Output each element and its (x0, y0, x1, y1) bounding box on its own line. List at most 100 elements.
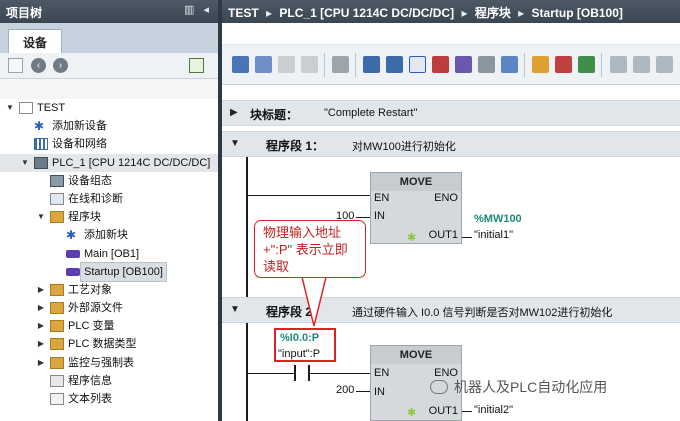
expand-icon[interactable]: ▶ (36, 299, 46, 317)
show-tags-icon[interactable] (478, 56, 495, 73)
program-info-icon (50, 374, 64, 387)
block-title-value[interactable]: "Complete Restart" (324, 107, 417, 119)
add-row-icon[interactable] (301, 56, 318, 73)
monitor-icon[interactable] (501, 56, 518, 73)
block-title-bar[interactable]: ▶ 块标题： "Complete Restart" (222, 100, 680, 126)
project-tree-panel: 项目树 ▥ ◂ 设备 ‹ › ▼ TEST ✱ 添加新设备 设备和网络 ▼ PL… (0, 0, 218, 421)
tree-item-plc-data-types[interactable]: ▶ PLC 数据类型 (0, 335, 218, 353)
comments-icon[interactable] (409, 56, 426, 73)
go-to-next-error-icon[interactable] (555, 56, 572, 73)
move-box-1-title: MOVE (371, 173, 461, 191)
overview-icon[interactable] (189, 58, 204, 73)
tree-item-program-blocks[interactable]: ▼ 程序块 (0, 208, 218, 226)
move-2-in-value[interactable]: 200 (336, 384, 354, 396)
expand-icon[interactable]: ▶ (36, 281, 46, 299)
move-box-1[interactable]: MOVE EN ENO IN ✱ OUT1 (370, 172, 462, 244)
pin-out1: OUT1 (428, 229, 458, 241)
tree-item-devices-networks[interactable]: 设备和网络 (0, 135, 218, 153)
project-tree-toolbar: ‹ › (0, 53, 218, 79)
close-all-networks-icon[interactable] (386, 56, 403, 73)
network-2-header[interactable]: ▼ 程序段 2： 通过硬件输入 I0.0 信号判断是否对MW102进行初始化 (222, 297, 680, 323)
out-pin-star-icon: ✱ (407, 407, 417, 419)
tab-strip: 设备 (0, 23, 218, 53)
tree-item-text-lists[interactable]: 文本列表 (0, 390, 218, 408)
pin-en: EN (374, 367, 390, 379)
breadcrumb-startup[interactable]: Startup [OB100] (532, 6, 623, 20)
forward-icon[interactable]: › (53, 58, 68, 73)
tree-item-add-device[interactable]: ✱ 添加新设备 (0, 117, 218, 135)
tree-item-program-info[interactable]: 程序信息 (0, 372, 218, 390)
cpu-icon (34, 156, 48, 169)
tia-portal-window: 项目树 ▥ ◂ 设备 ‹ › ▼ TEST ✱ 添加新设备 设备和网络 ▼ PL… (0, 0, 680, 421)
folder-icon (50, 320, 64, 333)
collapse-arrow-icon[interactable]: ▼ (230, 138, 240, 149)
network-1-title: 程序段 1： (266, 139, 325, 153)
tree-item-plc-tags[interactable]: ▶ PLC 变量 (0, 317, 218, 335)
breadcrumb-project[interactable]: TEST (228, 6, 259, 20)
move-1-out-tag[interactable]: "initial1" (474, 229, 513, 241)
open-all-networks-icon[interactable] (363, 56, 380, 73)
breadcrumb-sep-icon: ▸ (518, 6, 525, 20)
expand-icon[interactable]: ▶ (36, 354, 46, 372)
breadcrumb-sep-icon: ▸ (266, 6, 273, 20)
tree-item-device-config[interactable]: 设备组态 (0, 172, 218, 190)
tree-item-add-block[interactable]: ✱ 添加新块 (0, 226, 218, 244)
breadcrumb-plc[interactable]: PLC_1 [CPU 1214C DC/DC/DC] (279, 6, 454, 20)
pin-in: IN (374, 386, 385, 398)
expand-icon[interactable]: ▶ (36, 317, 46, 335)
collapse-arrow-icon[interactable]: ▼ (230, 304, 240, 315)
network-2-comment[interactable]: 通过硬件输入 I0.0 信号判断是否对MW102进行初始化 (352, 304, 612, 320)
folder-icon (50, 302, 64, 315)
tree-item-plc1[interactable]: ▼ PLC_1 [CPU 1214C DC/DC/DC] (0, 153, 218, 172)
collapse-icon[interactable]: ▼ (20, 154, 30, 172)
tree-item-test[interactable]: ▼ TEST (0, 99, 218, 117)
collapse-icon[interactable]: ▼ (36, 208, 46, 226)
expand-arrow-icon[interactable]: ▶ (230, 107, 238, 118)
insert-row-icon[interactable] (278, 56, 295, 73)
download-icon[interactable] (578, 56, 595, 73)
back-icon[interactable]: ‹ (31, 58, 46, 73)
new-item-icon[interactable] (8, 58, 23, 73)
project-tree: ▼ TEST ✱ 添加新设备 设备和网络 ▼ PLC_1 [CPU 1214C … (0, 99, 218, 408)
favorites-icon[interactable] (455, 56, 472, 73)
indent-icon[interactable] (610, 56, 627, 73)
network-1-header[interactable]: ▼ 程序段 1： 对MW100进行初始化 (222, 131, 680, 157)
move-2-out-tag[interactable]: "initial2" (474, 404, 513, 416)
project-tree-title-bar: 项目树 ▥ ◂ (0, 0, 218, 23)
contact-left-bar[interactable] (294, 365, 296, 381)
breadcrumb-program-blocks[interactable]: 程序块 (475, 6, 511, 20)
tree-item-technology-objects[interactable]: ▶ 工艺对象 (0, 281, 218, 299)
power-rail (246, 323, 248, 421)
expand-icon[interactable]: ▶ (36, 335, 46, 353)
insert-network-icon[interactable] (232, 56, 249, 73)
move-1-out-address[interactable]: %MW100 (474, 213, 522, 225)
wechat-icon (430, 380, 448, 394)
jump-icon[interactable] (332, 56, 349, 73)
outdent-icon[interactable] (633, 56, 650, 73)
device-config-icon (50, 174, 64, 187)
tree-item-startup-ob100[interactable]: Startup [OB100] (0, 261, 218, 282)
online-diagnostics-icon (50, 192, 64, 205)
collapse-icon[interactable]: ▼ (5, 99, 15, 117)
pin-in: IN (374, 210, 385, 222)
add-block-icon: ✱ (66, 228, 77, 243)
rung-line (248, 195, 370, 196)
tree-item-external-sources[interactable]: ▶ 外部源文件 (0, 299, 218, 317)
panel-controls[interactable]: ▥ ◂ (184, 3, 212, 16)
network-2-title: 程序段 2： (266, 305, 325, 319)
tab-devices[interactable]: 设备 (8, 29, 62, 53)
folder-icon (50, 211, 64, 224)
project-icon (19, 102, 33, 114)
tree-item-main-ob1[interactable]: Main [OB1] (0, 245, 218, 263)
delete-network-icon[interactable] (255, 56, 272, 73)
block-title-label: 块标题： (250, 108, 299, 122)
pin-eno: ENO (434, 192, 458, 204)
folder-icon (50, 356, 64, 369)
tree-item-online-diagnostics[interactable]: 在线和诊断 (0, 190, 218, 208)
more-tools-icon[interactable] (656, 56, 673, 73)
folder-icon (50, 283, 64, 296)
tree-item-watch-force-tables[interactable]: ▶ 监控与强制表 (0, 354, 218, 372)
go-to-error-icon[interactable] (532, 56, 549, 73)
absolute-symbolic-icon[interactable] (432, 56, 449, 73)
network-1-comment[interactable]: 对MW100进行初始化 (352, 138, 456, 154)
